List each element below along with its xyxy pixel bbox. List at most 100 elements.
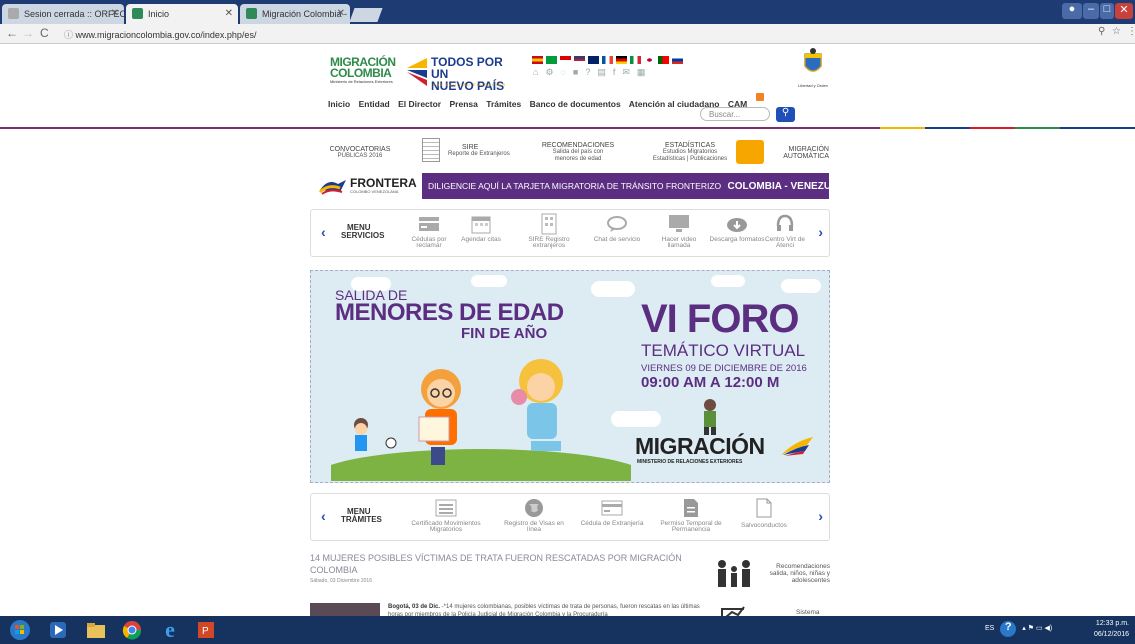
- service-item[interactable]: Agendar citas: [453, 214, 509, 243]
- browser-tab[interactable]: Sesion cerrada :: ORFEO ✕: [2, 4, 124, 24]
- nav-item-el-director[interactable]: El Director: [398, 99, 441, 109]
- tramite-item[interactable]: Permiso Temporal de Permanencia: [651, 498, 731, 533]
- facebook-icon[interactable]: f: [613, 67, 623, 77]
- nav-item-banco-documentos[interactable]: Banco de documentos: [530, 99, 621, 109]
- chevron-left-icon[interactable]: ‹: [321, 508, 326, 524]
- back-icon[interactable]: ←: [6, 26, 18, 40]
- chevron-left-icon[interactable]: ‹: [321, 224, 326, 240]
- maximize-icon[interactable]: □: [1100, 3, 1114, 19]
- bookmark-star-icon[interactable]: ☆: [1112, 26, 1121, 37]
- nav-item-prensa[interactable]: Prensa: [450, 99, 478, 109]
- nav-item-tramites[interactable]: Trámites: [486, 99, 521, 109]
- flag-ru-icon[interactable]: [672, 56, 683, 64]
- quick-link-title: CONVOCATORIAS: [329, 146, 391, 153]
- clock[interactable]: 12:33 p.m. 06/12/2016: [1094, 618, 1129, 640]
- tray-arrow-icon[interactable]: ▴: [1022, 625, 1026, 632]
- map-icon[interactable]: ▦: [637, 67, 653, 77]
- quick-link-convocatorias[interactable]: CONVOCATORIAS PÚBLICAS 2016: [314, 138, 406, 168]
- migracion-logo[interactable]: MIGRACIÓN COLOMBIA Ministerio de Relacio…: [330, 55, 396, 89]
- service-item[interactable]: Chat de servicio: [589, 214, 645, 243]
- hero-banner[interactable]: SALIDA DE MENORES DE EDAD FIN DE AÑO VI …: [310, 270, 830, 483]
- doc-icon[interactable]: ▤: [597, 67, 613, 77]
- logo-subtitle: Ministerio de Relaciones Exteriores: [330, 79, 393, 84]
- internet-explorer-icon[interactable]: e: [156, 617, 184, 642]
- minimize-icon[interactable]: –: [1083, 3, 1099, 19]
- quick-link-migracion-automatica[interactable]: MIGRACIÓN AUTOMÁTICA: [736, 138, 829, 168]
- child-figure-icon: [704, 399, 716, 435]
- volume-icon[interactable]: ◀): [1045, 625, 1053, 632]
- chevron-right-icon[interactable]: ›: [818, 224, 823, 240]
- close-tab-icon[interactable]: ✕: [111, 8, 119, 19]
- flag-pt-icon[interactable]: [546, 56, 557, 64]
- news-title[interactable]: 14 MUJERES POSIBLES VÍCTIMAS DE TRATA FU…: [310, 552, 705, 576]
- flag-pt2-icon[interactable]: [658, 56, 669, 64]
- tramite-label: Salvoconductos: [741, 522, 787, 529]
- browser-tab-active[interactable]: Inicio ✕: [126, 4, 238, 24]
- chrome-icon[interactable]: [118, 618, 146, 642]
- window-user-icon[interactable]: ●: [1062, 3, 1082, 19]
- flag-de-icon[interactable]: [616, 56, 627, 64]
- service-item[interactable]: Cédulas por reclamar: [401, 214, 457, 249]
- service-item[interactable]: Centro Virt de Atenci: [757, 214, 813, 249]
- close-tab-icon[interactable]: ✕: [225, 8, 233, 19]
- menu-icon[interactable]: ⋮: [1127, 26, 1135, 37]
- home-icon[interactable]: ⌂: [533, 67, 545, 77]
- frontera-logo-icon: [318, 180, 346, 195]
- flag-icon[interactable]: [560, 56, 571, 64]
- sidebar-sistema[interactable]: Sistema: [712, 601, 832, 616]
- forward-icon[interactable]: →: [22, 26, 34, 40]
- quick-link-recomendaciones[interactable]: RECOMENDACIONES Salida del país con meno…: [528, 138, 628, 168]
- quick-link-sire[interactable]: SIRE Reporte de Extranjeros: [418, 138, 518, 168]
- language-indicator[interactable]: ES: [985, 625, 994, 632]
- browser-tab[interactable]: Migración Colombia - In ✕: [240, 4, 350, 24]
- flag-notify-icon[interactable]: ⚑: [1028, 625, 1034, 632]
- new-tab-button[interactable]: [349, 8, 383, 22]
- start-button[interactable]: [6, 618, 34, 642]
- coat-of-arms-icon: [804, 48, 822, 72]
- service-item[interactable]: Hacer video llamada: [651, 214, 707, 249]
- help-icon[interactable]: ?: [1000, 621, 1017, 637]
- question-icon[interactable]: ?: [585, 67, 597, 77]
- settings-icon[interactable]: ⚙: [545, 67, 560, 77]
- colombia-shield: Libertad y Orden: [793, 48, 833, 88]
- reload-icon[interactable]: C: [40, 26, 49, 40]
- close-window-icon[interactable]: ✕: [1115, 3, 1133, 19]
- search-input[interactable]: Buscar...: [700, 107, 770, 121]
- sidebar-recomendaciones[interactable]: Recomendaciones salida, niños, niñas y a…: [712, 557, 832, 597]
- flag-it-icon[interactable]: [630, 56, 641, 64]
- file-explorer-icon[interactable]: [82, 618, 110, 642]
- nav-item-inicio[interactable]: Inicio: [328, 99, 350, 109]
- tramite-item[interactable]: Registro de Visas en línea: [501, 498, 567, 533]
- search-button[interactable]: ⚲: [776, 107, 795, 122]
- quick-link-estadisticas[interactable]: ESTADÍSTICAS Estudios Migratorios Estadí…: [640, 138, 740, 168]
- nav-item-entidad[interactable]: Entidad: [359, 99, 390, 109]
- file-icon: [753, 498, 775, 518]
- tramite-item[interactable]: Certificado Movimientos Migratorios: [411, 498, 481, 533]
- url-field[interactable]: ⓘ www.migracioncolombia.gov.co/index.php…: [60, 26, 1070, 41]
- info-icon[interactable]: ⓘ: [64, 30, 76, 40]
- document-icon: [422, 138, 440, 162]
- video-icon[interactable]: ■: [573, 67, 585, 77]
- rss-icon[interactable]: [755, 93, 764, 101]
- mail-icon[interactable]: ✉: [622, 67, 637, 77]
- chevron-right-icon[interactable]: ›: [818, 508, 823, 524]
- chat-icon[interactable]: ◌: [561, 67, 573, 77]
- flag-fr-icon[interactable]: [602, 56, 613, 64]
- media-player-icon[interactable]: [44, 618, 72, 642]
- gov-logo: TODOS POR UN NUEVO PAÍS PAZ EQUIDAD EDUCA…: [403, 50, 513, 92]
- flag-jp-icon[interactable]: [644, 56, 655, 64]
- tramite-item[interactable]: Salvoconductos: [731, 498, 797, 529]
- tramite-item[interactable]: Cédula de Extranjería: [579, 498, 645, 527]
- powerpoint-icon[interactable]: P: [192, 618, 220, 642]
- flag-es-icon[interactable]: [532, 56, 543, 64]
- service-item[interactable]: SIRE Registro extranjeros: [521, 213, 577, 249]
- quick-link-title: SIRE: [462, 144, 479, 151]
- frontera-banner[interactable]: FRONTERA COLOMBO VENEZOLANA DILIGENCIE A…: [314, 173, 851, 199]
- zoom-icon[interactable]: ⚲: [1098, 26, 1105, 37]
- network-icon[interactable]: ▭: [1036, 625, 1043, 632]
- flag-us-icon[interactable]: [574, 56, 585, 64]
- hero-right-line4: 09:00 AM A 12:00 M: [641, 374, 780, 391]
- close-tab-icon[interactable]: ✕: [337, 8, 345, 19]
- flag-uk-icon[interactable]: [588, 56, 599, 64]
- news-thumbnail[interactable]: [310, 603, 380, 616]
